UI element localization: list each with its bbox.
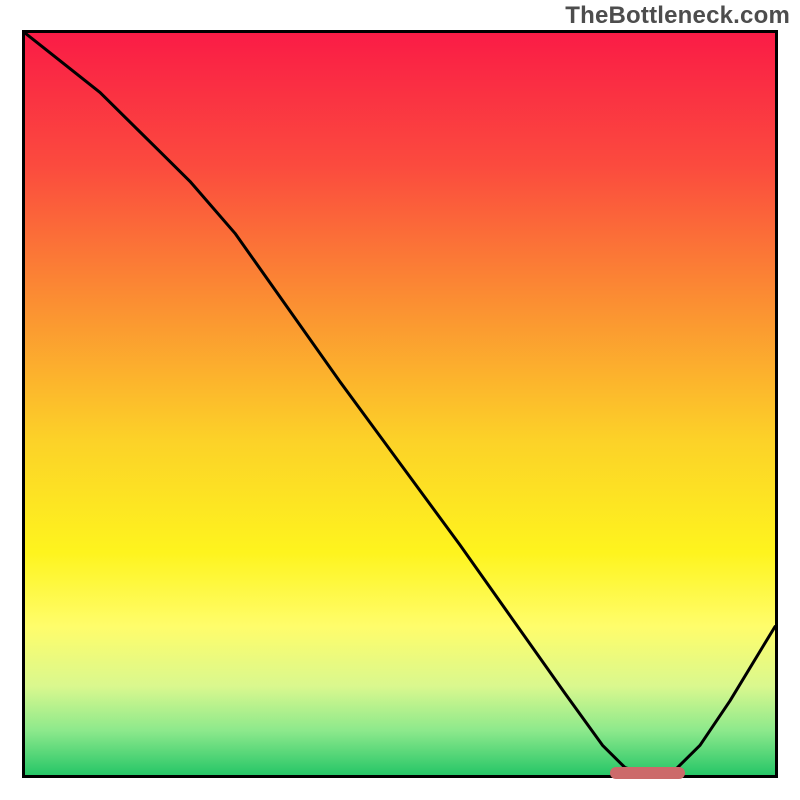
bottleneck-curve [25,33,775,775]
chart-container: TheBottleneck.com [0,0,800,800]
plot-area [25,33,775,775]
watermark-text: TheBottleneck.com [565,2,790,30]
selected-range-marker [610,767,685,779]
plot-frame [22,30,778,778]
